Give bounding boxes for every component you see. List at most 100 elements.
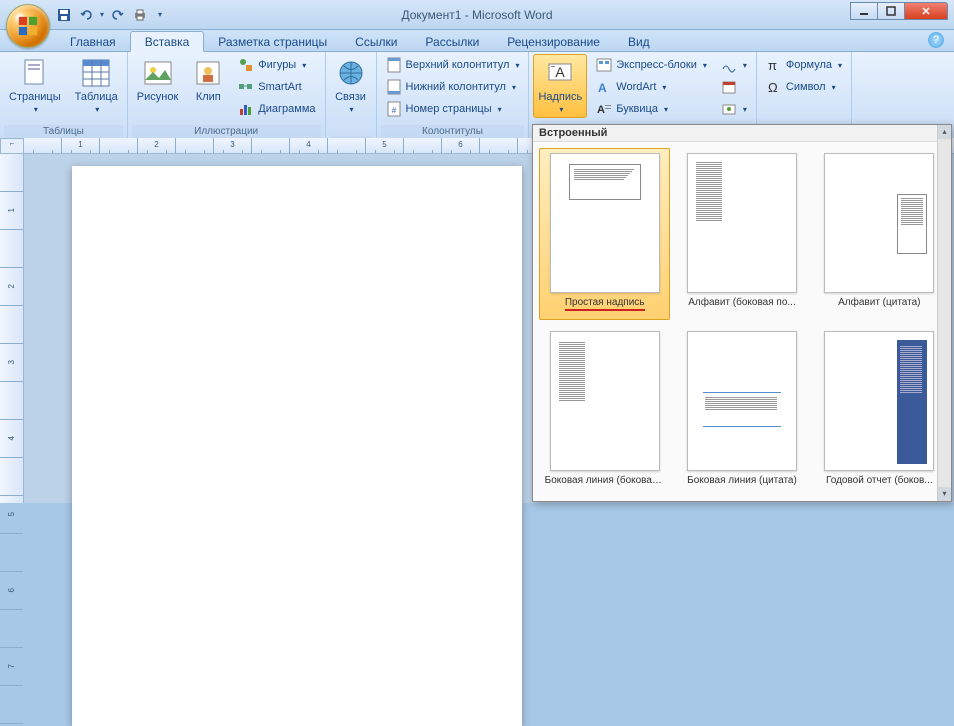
- gallery-body: Простая надпись Алфавит (боковая по... Алф…: [533, 142, 951, 501]
- tab-references[interactable]: Ссылки: [341, 32, 411, 51]
- gallery-item[interactable]: Алфавит (боковая по...: [676, 148, 807, 320]
- gallery-thumbnail: [687, 331, 797, 471]
- group-illustrations-title: Иллюстрации: [132, 125, 321, 138]
- tab-view[interactable]: Вид: [614, 32, 664, 51]
- ruler-segment: [480, 138, 518, 154]
- gallery-item[interactable]: Боковая линия (цитата): [676, 326, 807, 495]
- dropcap-button[interactable]: AБуквица: [591, 98, 712, 119]
- close-button[interactable]: [904, 2, 948, 20]
- window-title: Документ1 - Microsoft Word: [401, 8, 552, 22]
- header-label: Верхний колонтитул: [406, 59, 510, 71]
- ruler-segment: [0, 458, 23, 496]
- group-tables-title: Таблицы: [4, 125, 123, 138]
- office-logo-icon: [17, 15, 39, 37]
- pages-button[interactable]: Страницы: [4, 54, 66, 118]
- links-label: Связи: [335, 91, 366, 103]
- ruler-corner[interactable]: ⌐: [0, 138, 24, 154]
- gallery-item[interactable]: Алфавит (цитата): [814, 148, 945, 320]
- tab-mailings[interactable]: Рассылки: [411, 32, 493, 51]
- quickparts-button[interactable]: Экспресс-блоки: [591, 54, 712, 75]
- smartart-label: SmartArt: [258, 81, 301, 93]
- shapes-icon: [238, 57, 254, 73]
- chart-button[interactable]: Диаграмма: [233, 98, 320, 119]
- save-icon[interactable]: [56, 7, 72, 23]
- tab-page-layout[interactable]: Разметка страницы: [204, 32, 341, 51]
- table-button[interactable]: Таблица: [70, 54, 123, 118]
- ribbon-tabs: Главная Вставка Разметка страницы Ссылки…: [0, 30, 954, 52]
- group-header-footer: Верхний колонтитул Нижний колонтитул # Но…: [377, 52, 530, 138]
- dropcap-label: Буквица: [616, 103, 658, 115]
- ruler-segment: [100, 138, 138, 154]
- gallery-item-label: Боковая линия (боковая...: [545, 475, 665, 486]
- symbol-button[interactable]: ΩСимвол: [761, 76, 847, 97]
- datetime-button[interactable]: [716, 76, 752, 97]
- ruler-segment: [0, 230, 23, 268]
- textbox-gallery: Встроенный Простая надписьАлфавит (боков…: [532, 124, 952, 502]
- ruler-segment: [0, 382, 23, 420]
- group-links: Связи: [326, 52, 377, 138]
- shapes-label: Фигуры: [258, 59, 296, 71]
- gallery-thumbnail: [824, 331, 934, 471]
- pagenum-button[interactable]: # Номер страницы: [381, 98, 525, 119]
- wordart-button[interactable]: AWordArt: [591, 76, 712, 97]
- minimize-button[interactable]: [850, 2, 878, 20]
- ruler-segment: 5: [366, 138, 404, 154]
- links-button[interactable]: Связи: [330, 54, 372, 118]
- help-button[interactable]: ?: [928, 32, 944, 48]
- symbol-icon: Ω: [766, 79, 782, 95]
- chart-label: Диаграмма: [258, 103, 315, 115]
- footer-button[interactable]: Нижний колонтитул: [381, 76, 525, 97]
- gallery-thumbnail: [550, 331, 660, 471]
- quickparts-label: Экспресс-блоки: [616, 59, 697, 71]
- textbox-icon: A: [544, 57, 576, 89]
- signature-button[interactable]: [716, 54, 752, 75]
- document-page[interactable]: [72, 166, 522, 726]
- maximize-button[interactable]: [877, 2, 905, 20]
- object-button[interactable]: [716, 98, 752, 119]
- gallery-scrollbar[interactable]: ▴ ▾: [937, 125, 951, 501]
- equation-button[interactable]: πФормула: [761, 54, 847, 75]
- undo-icon[interactable]: [78, 7, 94, 23]
- smartart-icon: [238, 79, 254, 95]
- window-controls: [851, 2, 948, 20]
- ruler-segment: [0, 306, 23, 344]
- picture-button[interactable]: Рисунок: [132, 54, 184, 106]
- vertical-ruler[interactable]: 1234567: [0, 154, 24, 503]
- svg-text:#: #: [391, 106, 396, 115]
- scroll-down-icon[interactable]: ▾: [938, 487, 951, 501]
- gallery-item[interactable]: Простая надпись: [539, 148, 670, 320]
- textbox-button[interactable]: A Надпись: [533, 54, 587, 118]
- shapes-button[interactable]: Фигуры: [233, 54, 320, 75]
- blocks-icon: [596, 57, 612, 73]
- ruler-segment: 2: [0, 268, 23, 306]
- clip-button[interactable]: Клип: [187, 54, 229, 106]
- clip-label: Клип: [196, 91, 221, 103]
- ruler-segment: 4: [290, 138, 328, 154]
- tab-home[interactable]: Главная: [56, 32, 130, 51]
- tab-insert[interactable]: Вставка: [130, 31, 205, 52]
- ruler-segment: 7: [0, 648, 23, 686]
- header-button[interactable]: Верхний колонтитул: [381, 54, 525, 75]
- gallery-item-label: Алфавит (цитата): [838, 297, 920, 308]
- print-icon[interactable]: [132, 7, 148, 23]
- ruler-segment: 1: [0, 192, 23, 230]
- office-button[interactable]: [6, 4, 50, 48]
- ruler-segment: 6: [0, 572, 23, 610]
- gallery-item-label: Алфавит (боковая по...: [688, 297, 796, 308]
- picture-label: Рисунок: [137, 91, 179, 103]
- date-icon: [721, 79, 737, 95]
- equation-icon: π: [766, 57, 782, 73]
- smartart-button[interactable]: SmartArt: [233, 76, 320, 97]
- gallery-item[interactable]: Годовой отчет (боков...: [814, 326, 945, 495]
- ruler-segment: [0, 610, 23, 648]
- tab-review[interactable]: Рецензирование: [493, 32, 614, 51]
- scroll-up-icon[interactable]: ▴: [938, 125, 951, 139]
- gallery-item[interactable]: Боковая линия (боковая...: [539, 326, 670, 495]
- qat-customize-icon[interactable]: ▾: [158, 10, 162, 19]
- redo-icon[interactable]: [110, 7, 126, 23]
- undo-dropdown-icon[interactable]: ▾: [100, 10, 104, 19]
- pagenum-label: Номер страницы: [406, 103, 492, 115]
- ruler-segment: 3: [214, 138, 252, 154]
- footer-label: Нижний колонтитул: [406, 81, 506, 93]
- gallery-thumbnail: [550, 153, 660, 293]
